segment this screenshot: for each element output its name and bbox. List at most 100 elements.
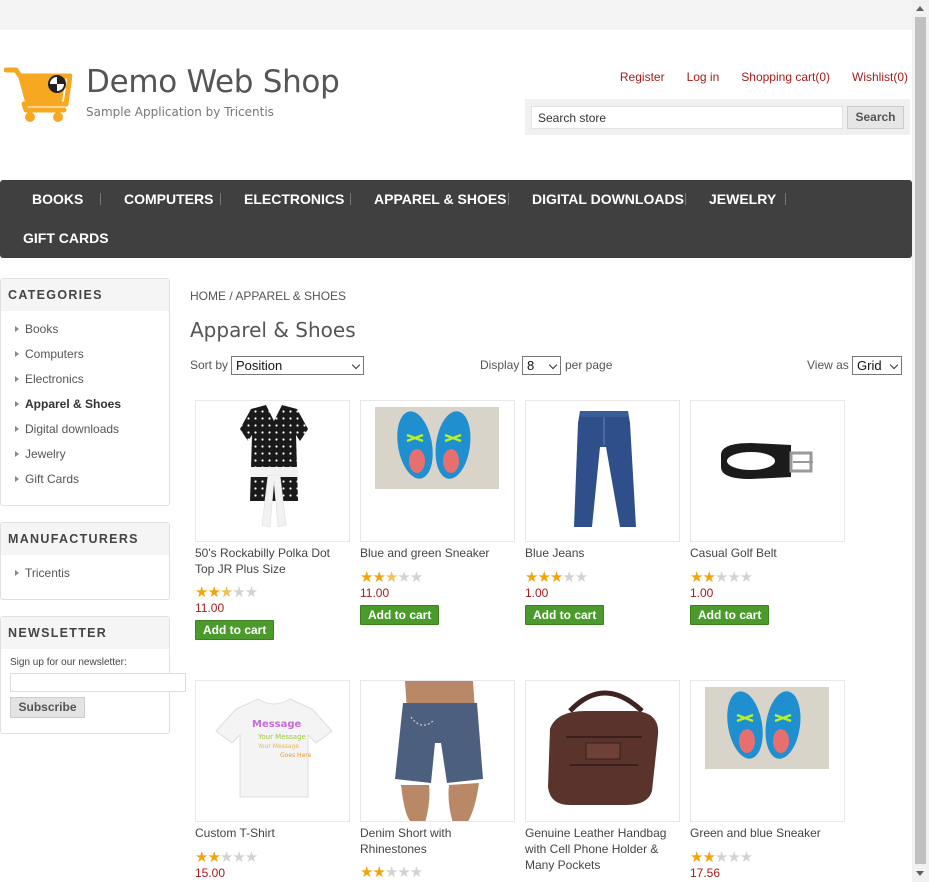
arrow-right-icon (15, 351, 19, 357)
product-image[interactable] (195, 400, 350, 542)
search-box: Search store Search (525, 99, 910, 135)
rating-stars: ★★★★★ (525, 569, 588, 586)
arrow-right-icon (15, 326, 19, 332)
product-price: 15.00 (195, 866, 226, 880)
menu-item-books[interactable]: BOOKS (32, 191, 83, 207)
newsletter-label: Sign up for our newsletter: (10, 657, 127, 668)
belt-image (721, 443, 813, 479)
product-title[interactable]: Casual Golf Belt (690, 545, 842, 561)
rating-stars: ★★★★★ (690, 569, 753, 586)
product-title[interactable]: Blue Jeans (525, 545, 677, 561)
menu-item-gift-cards[interactable]: GIFT CARDS (23, 230, 109, 246)
register-link[interactable]: Register (620, 70, 665, 84)
menu-item-apparel-shoes[interactable]: APPAREL & SHOES (374, 191, 507, 207)
category-label: Jewelry (25, 447, 66, 461)
arrow-right-icon (15, 451, 19, 457)
subscribe-button[interactable]: Subscribe (10, 697, 85, 718)
shopping-cart-link[interactable]: Shopping cart(0) (741, 70, 830, 84)
menu-item-digital-downloads[interactable]: DIGITAL DOWNLOADS (532, 191, 684, 207)
blue-jeans-image (574, 411, 636, 527)
scroll-down-icon[interactable] (916, 871, 924, 876)
product-title[interactable]: Green and blue Sneaker (690, 825, 842, 841)
login-link[interactable]: Log in (687, 70, 720, 84)
newsletter-email-input[interactable] (10, 673, 186, 692)
category-electronics[interactable]: Electronics (15, 372, 84, 386)
category-label: Digital downloads (25, 422, 120, 436)
product-title[interactable]: 50's Rockabilly Polka Dot Top JR Plus Si… (195, 545, 347, 577)
arrow-right-icon (15, 401, 19, 407)
product-price: 11.00 (360, 586, 390, 600)
product-price: 11.00 (195, 601, 225, 615)
product-image[interactable] (360, 680, 515, 822)
menu-separator (350, 193, 351, 205)
menu-item-electronics[interactable]: ELECTRONICS (244, 191, 344, 207)
breadcrumb-separator: / (226, 289, 236, 303)
category-apparel-shoes[interactable]: Apparel & Shoes (15, 397, 121, 411)
category-label: Books (25, 322, 59, 336)
menu-separator (100, 193, 101, 205)
category-gift-cards[interactable]: Gift Cards (15, 472, 79, 486)
add-to-cart-button[interactable]: Add to cart (195, 620, 275, 640)
tshirt-print-line: Message (252, 719, 302, 730)
category-jewelry[interactable]: Jewelry (15, 447, 66, 461)
add-to-cart-button[interactable]: Add to cart (690, 605, 770, 625)
add-to-cart-button[interactable]: Add to cart (525, 605, 605, 625)
browser-top-strip (0, 0, 912, 30)
arrow-right-icon (15, 376, 19, 382)
newsletter-title: NEWSLETTER (1, 617, 169, 649)
page-size-value: 8 (527, 358, 535, 373)
product-title[interactable]: Genuine Leather Handbag with Cell Phone … (525, 825, 677, 873)
product-image[interactable] (525, 400, 680, 542)
product-image[interactable] (690, 400, 845, 542)
page-size-select[interactable]: 8 (522, 356, 561, 375)
product-price: 17.56 (690, 866, 721, 880)
arrow-right-icon (15, 570, 19, 576)
header-links: Register Log in Shopping cart(0) Wishlis… (598, 70, 908, 84)
page-title: Apparel & Shoes (190, 318, 356, 342)
product-image[interactable] (690, 680, 845, 822)
manufacturers-block: MANUFACTURERS (0, 522, 170, 600)
rating-stars: ★★★★★ (195, 849, 258, 866)
category-computers[interactable]: Computers (15, 347, 84, 361)
search-input[interactable]: Search store (531, 106, 843, 129)
search-button[interactable]: Search (847, 106, 904, 129)
rating-stars: ★★★★★ (690, 849, 753, 866)
menu-item-jewelry[interactable]: JEWELRY (709, 191, 776, 207)
rating-stars: ★★★★★ (360, 864, 423, 881)
tshirt-print-line: Goes Here (280, 752, 312, 759)
vertical-scrollbar[interactable] (912, 0, 929, 882)
menu-separator (685, 193, 686, 205)
category-digital-downloads[interactable]: Digital downloads (15, 422, 119, 436)
menu-separator (785, 193, 786, 205)
product-title[interactable]: Blue and green Sneaker (360, 545, 512, 561)
view-as-label: View as (807, 358, 849, 372)
arrow-right-icon (15, 476, 19, 482)
breadcrumb-home[interactable]: HOME (190, 289, 226, 303)
product-title[interactable]: Denim Short with Rhinestones (360, 825, 512, 857)
chevron-down-icon (548, 360, 558, 370)
chevron-down-icon (889, 360, 899, 370)
manufacturer-tricentis[interactable]: Tricentis (15, 566, 70, 580)
add-to-cart-button[interactable]: Add to cart (360, 605, 440, 625)
breadcrumb-current: APPAREL & SHOES (235, 289, 347, 303)
sort-select[interactable]: Position (231, 356, 364, 375)
site-title: Demo Web Shop (86, 64, 340, 100)
view-mode-select[interactable]: Grid (852, 356, 902, 375)
category-books[interactable]: Books (15, 322, 58, 336)
product-image[interactable] (360, 400, 515, 542)
wishlist-link[interactable]: Wishlist(0) (852, 70, 908, 84)
polka-dot-top-image (240, 405, 308, 528)
breadcrumb: HOME / APPAREL & SHOES (190, 289, 346, 303)
menu-separator (508, 193, 509, 205)
category-label: Apparel & Shoes (25, 397, 122, 411)
product-image[interactable] (525, 680, 680, 822)
scrollbar-thumb[interactable] (915, 17, 926, 864)
menu-item-computers[interactable]: COMPUTERS (124, 191, 213, 207)
scroll-up-icon[interactable] (916, 6, 924, 11)
product-image[interactable]: Message Your Message Your Message Goes H… (195, 680, 350, 822)
category-label: Electronics (25, 372, 84, 386)
product-title[interactable]: Custom T-Shirt (195, 825, 347, 841)
custom-tshirt-image: Message Your Message Your Message Goes H… (215, 698, 333, 798)
sneaker-image (375, 407, 499, 489)
view-mode-value: Grid (857, 358, 882, 373)
